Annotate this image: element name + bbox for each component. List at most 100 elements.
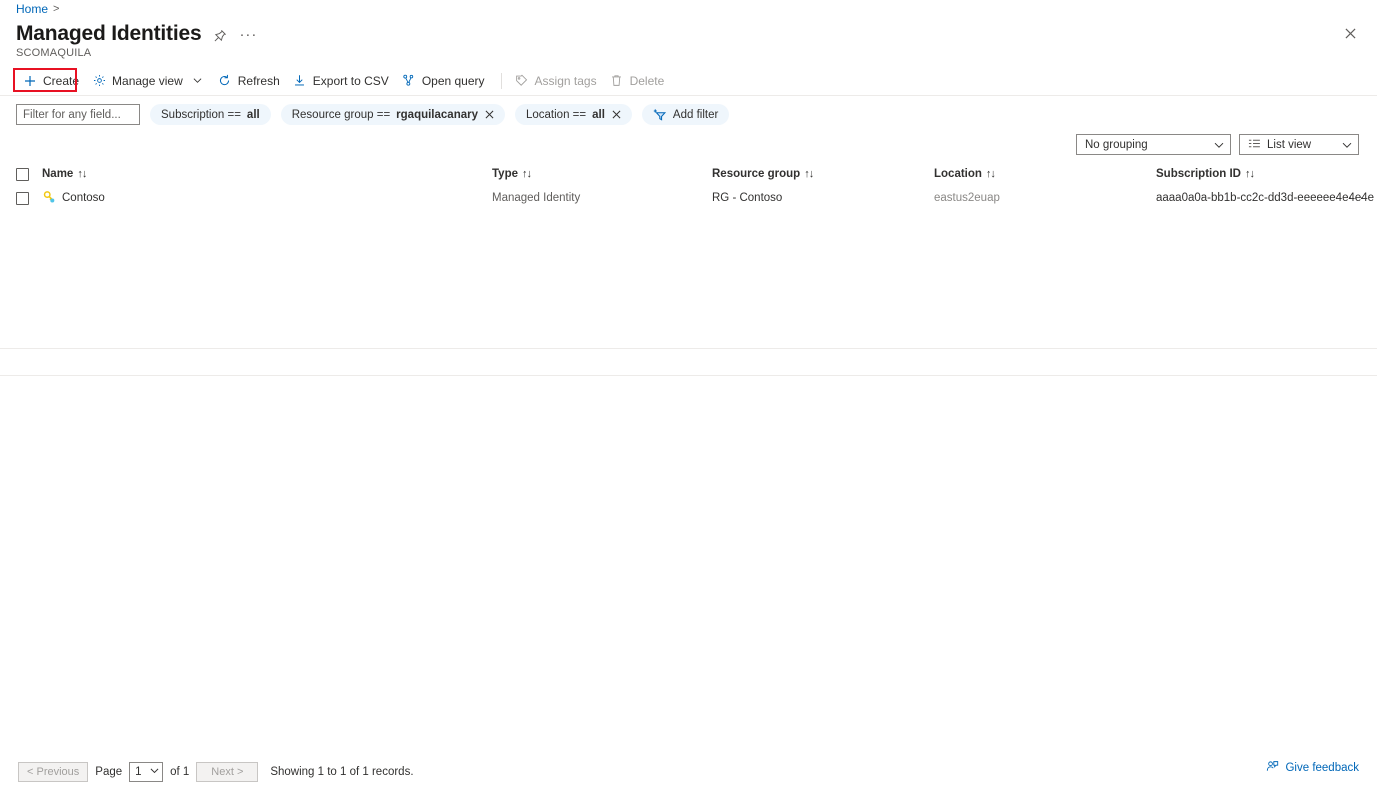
row-select-cell [16,192,42,205]
managed-identity-key-icon [42,190,56,207]
page-title: Managed Identities [16,20,201,47]
chevron-down-icon [1342,140,1352,150]
grouping-select-value: No grouping [1085,139,1148,151]
column-header-type-label: Type [492,168,518,180]
column-header-name[interactable]: Name ↑↓ [42,168,492,180]
export-to-csv-label: Export to CSV [313,74,389,88]
list-view-icon [1248,138,1261,152]
managed-identities-page: Home > Managed Identities ··· SCOMAQUILA [0,0,1377,791]
filter-pill-resource-group[interactable]: Resource group == rgaquilacanary [281,104,505,125]
column-header-resource-group-label: Resource group [712,168,800,180]
page-total-label: of 1 [170,766,189,778]
delete-button[interactable]: Delete [605,70,673,92]
refresh-label: Refresh [238,74,280,88]
select-all-checkbox[interactable] [16,168,29,181]
row-checkbox[interactable] [16,192,29,205]
more-options-icon[interactable]: ··· [239,31,257,39]
add-filter-label: Add filter [673,109,718,121]
row-context-menu-icon[interactable]: ··· [1344,190,1369,204]
page-number-select[interactable]: 1 [129,762,163,782]
column-header-location-label: Location [934,168,982,180]
next-page-button[interactable]: Next > [196,762,258,782]
column-header-subscription-id[interactable]: Subscription ID ↑↓ [1156,168,1377,180]
table-header-divider [0,348,1377,349]
remove-filter-icon[interactable] [612,110,621,119]
pagination-bar: < Previous Page 1 of 1 Next > Showing 1 … [0,751,1377,791]
command-bar: Create Manage view [0,68,1377,93]
pin-icon[interactable] [211,27,229,45]
export-to-csv-button[interactable]: Export to CSV [288,70,397,92]
table-row[interactable]: Contoso Managed Identity RG - Contoso ea… [0,185,1377,211]
manage-view-label: Manage view [112,74,183,88]
manage-view-button[interactable]: Manage view [87,70,213,92]
refresh-icon [218,74,232,88]
filter-pill-location-label: Location == [526,109,586,121]
page-label: Page [95,766,122,778]
trash-icon [610,74,624,88]
remove-filter-icon[interactable] [485,110,494,119]
breadcrumb-separator-icon: > [53,2,59,16]
command-bar-divider [0,95,1377,96]
chevron-down-icon [191,74,205,88]
assign-tags-label: Assign tags [535,74,597,88]
filter-bar: Subscription == all Resource group == rg… [16,104,729,125]
breadcrumb: Home > [16,2,59,16]
records-summary: Showing 1 to 1 of 1 records. [270,766,413,778]
sort-icon: ↑↓ [522,168,531,180]
select-all-cell [16,168,42,181]
open-query-label: Open query [422,74,485,88]
page-number-value: 1 [135,766,141,778]
cell-type: Managed Identity [492,192,712,204]
filter-pill-location-value: all [592,109,605,121]
assign-tags-button[interactable]: Assign tags [510,70,605,92]
cell-name-link[interactable]: Contoso [62,192,105,204]
column-header-location[interactable]: Location ↑↓ [934,168,1156,180]
cell-name: Contoso [42,190,492,207]
open-query-button[interactable]: Open query [397,70,493,92]
column-header-subscription-id-label: Subscription ID [1156,168,1241,180]
filter-pill-resource-group-label: Resource group == [292,109,390,121]
close-icon[interactable] [1341,24,1359,42]
feedback-person-icon [1266,760,1279,776]
query-graph-icon [402,74,416,88]
delete-label: Delete [630,74,665,88]
column-header-resource-group[interactable]: Resource group ↑↓ [712,168,934,180]
cell-location: eastus2euap [934,192,1156,204]
resources-table: Name ↑↓ Type ↑↓ Resource group ↑↓ Locati… [0,163,1377,211]
view-type-value: List view [1267,139,1311,151]
grouping-select[interactable]: No grouping [1076,134,1231,155]
chevron-down-icon [150,766,159,778]
create-button[interactable]: Create [18,70,87,92]
cell-resource-group: RG - Contoso [712,192,934,204]
search-input[interactable] [16,104,140,125]
toolbar-divider [501,73,502,89]
add-filter-button[interactable]: Add filter [642,104,729,125]
plus-icon [23,74,37,88]
filter-pill-subscription-value: all [247,109,260,121]
refresh-button[interactable]: Refresh [213,70,288,92]
give-feedback-button[interactable]: Give feedback [1266,760,1359,776]
sort-icon: ↑↓ [986,168,995,180]
view-controls: No grouping List view [1076,134,1359,155]
create-label: Create [43,74,79,88]
view-type-select[interactable]: List view [1239,134,1359,155]
download-icon [293,74,307,88]
add-filter-icon [653,108,667,122]
column-header-type[interactable]: Type ↑↓ [492,168,712,180]
sort-icon: ↑↓ [77,168,86,180]
table-header-row: Name ↑↓ Type ↑↓ Resource group ↑↓ Locati… [0,163,1377,185]
previous-page-button[interactable]: < Previous [18,762,88,782]
filter-pill-subscription[interactable]: Subscription == all [150,104,271,125]
give-feedback-label: Give feedback [1285,762,1359,774]
filter-pill-location[interactable]: Location == all [515,104,632,125]
gear-icon [92,74,106,88]
table-row-divider [0,375,1377,376]
column-header-name-label: Name [42,168,73,180]
filter-pill-subscription-label: Subscription == [161,109,241,121]
page-title-row: Managed Identities ··· [16,20,257,47]
tag-icon [515,74,529,88]
breadcrumb-home[interactable]: Home [16,2,48,16]
page-subtitle: SCOMAQUILA [16,47,91,59]
filter-pill-resource-group-value: rgaquilacanary [396,109,478,121]
chevron-down-icon [1214,140,1224,150]
